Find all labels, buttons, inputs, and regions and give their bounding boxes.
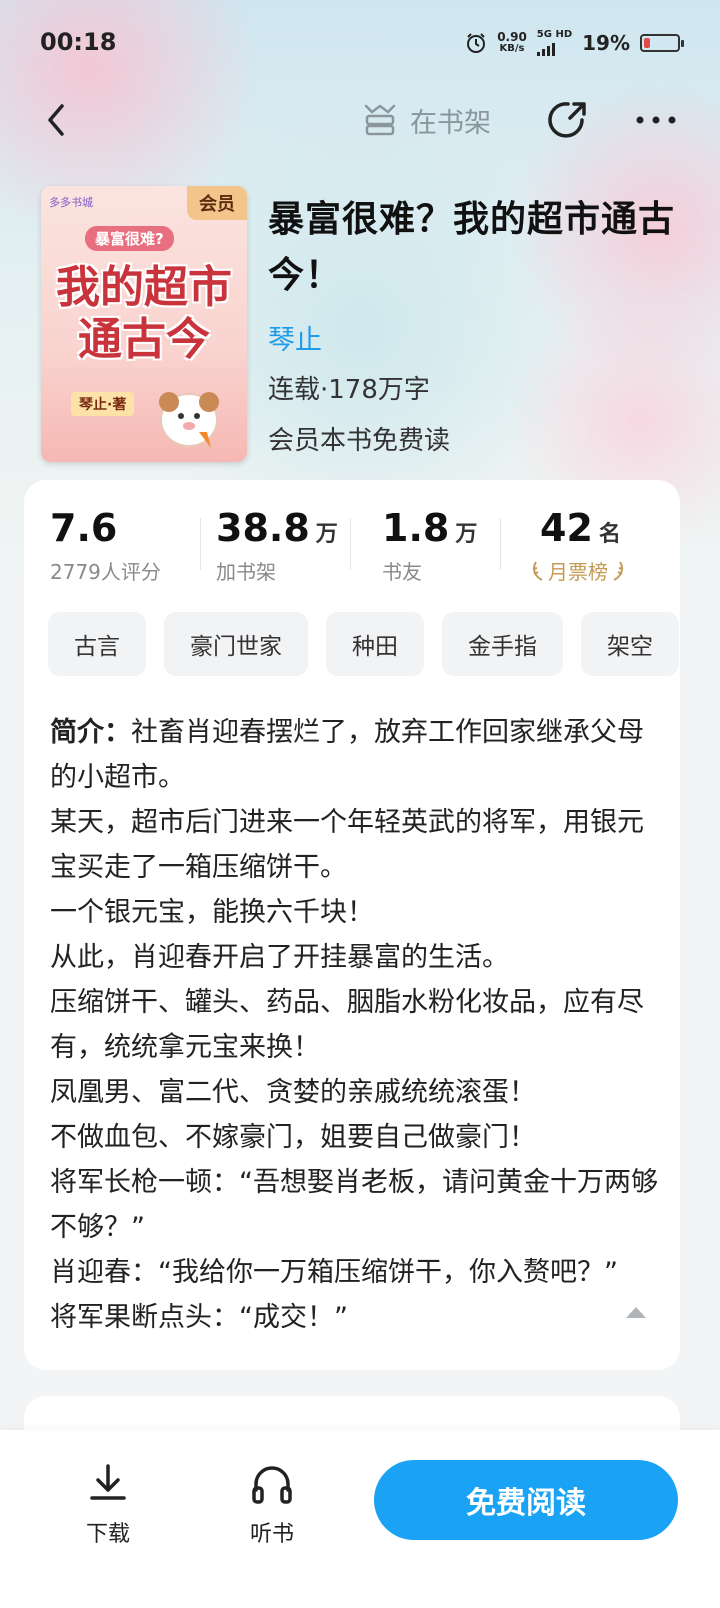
cover-title: 我的超市通古今: [56, 262, 232, 365]
cover-author: 琴止·著: [71, 392, 135, 416]
download-label: 下载: [85, 1522, 130, 1547]
intro-line: 压缩饼干、罐头、药品、胭脂水粉化妆品，应有尽有，统统拿元宝来换！: [50, 987, 644, 1063]
tag-list: 古言 豪门世家 种田 金手指 架空: [48, 612, 680, 678]
tag-chip[interactable]: 古言: [48, 612, 146, 676]
rank-value: 42: [540, 506, 593, 550]
stat-divider: [500, 518, 501, 570]
rank-label-wrap: 月票榜: [530, 556, 680, 585]
shelf-value: 38.8: [216, 506, 310, 550]
rating-label: 2779人评分: [50, 560, 161, 584]
intro-line: 将军果断点头：“成交！”: [50, 1302, 348, 1333]
laurel-right-icon: [613, 560, 624, 581]
stat-shelf[interactable]: 38.8 万 加书架: [200, 504, 350, 590]
alarm-icon: [467, 33, 486, 53]
status-time: 00:18: [40, 28, 117, 56]
intro-line: 将军长枪一顿：“吾想娶肖老板，请问黄金十万两够不够？”: [50, 1167, 658, 1243]
listen-button[interactable]: 听书: [228, 1460, 316, 1580]
fans-label: 书友: [382, 560, 422, 584]
book-cover[interactable]: 多多书城 会员 暴富很难? 我的超市通古今 琴止·著: [41, 186, 247, 462]
intro-text: 简介：社畜肖迎春摆烂了，放弃工作回家继承父母的小超市。 某天，超市后门进来一个年…: [50, 710, 660, 1340]
status-icons: 0.90 KB/s 5G HD 19%: [465, 28, 684, 58]
status-bar: 00:18 0.90 KB/s 5G HD 19%: [0, 0, 720, 88]
intro-line: 某天，超市后门进来一个年轻英武的将军，用银元宝买走了一箱压缩饼干。: [50, 807, 644, 883]
stat-fans[interactable]: 1.8 万 书友: [350, 504, 500, 590]
shelf-label: 加书架: [216, 560, 276, 584]
intro-line: 社畜肖迎春摆烂了，放弃工作回家继承父母的小超市。: [50, 717, 644, 793]
bookshelf-label: 在书架: [410, 107, 491, 139]
net-speed: 0.90 KB/s: [497, 31, 527, 55]
stats-row: 7.6 2779人评分 38.8 万 加书架 1.8 万 书友 42 名 月票榜: [24, 504, 680, 590]
stat-divider: [350, 518, 351, 570]
download-button[interactable]: 下载: [64, 1460, 152, 1580]
fans-value: 1.8: [382, 506, 450, 550]
top-nav: 在书架: [0, 92, 720, 152]
rank-label: 月票榜: [548, 560, 608, 584]
signal-icon: [536, 42, 555, 56]
free-note: 会员本书免费读: [268, 426, 451, 456]
more-button[interactable]: [632, 96, 680, 144]
rating-value: 7.6: [50, 506, 118, 550]
intro-lead: 简介：: [50, 717, 131, 748]
network-type: 5G HD: [536, 29, 573, 40]
stat-divider: [200, 518, 201, 570]
intro-line: 不做血包、不嫁豪门，姐要自己做豪门！: [50, 1122, 536, 1153]
net-speed-unit: KB/s: [499, 43, 525, 54]
chevron-left-icon: [48, 104, 64, 136]
book-title: 暴富很难？我的超市通古今！: [268, 199, 676, 296]
bookshelf-icon: [364, 104, 396, 136]
intro-line: 肖迎春：“我给你一万箱压缩饼干，你入赘吧？”: [50, 1257, 618, 1288]
more-icon: [636, 116, 676, 124]
headphones-icon: [252, 1466, 292, 1504]
net-speed-value: 0.90: [497, 30, 527, 44]
intro-line: 从此，肖迎春开启了开挂暴富的生活。: [50, 942, 509, 973]
free-read-button[interactable]: 免费阅读: [374, 1460, 678, 1540]
intro-lines: 某天，超市后门进来一个年轻英武的将军，用银元宝买走了一箱压缩饼干。一个银元宝，能…: [50, 800, 660, 1340]
share-icon: [548, 102, 586, 138]
listen-label: 听书: [249, 1522, 294, 1547]
author-link[interactable]: 琴止: [268, 318, 688, 357]
laurel-left-icon: [532, 560, 543, 581]
bottom-action-bar: 下载 听书 免费阅读: [0, 1430, 720, 1608]
download-icon: [90, 1464, 126, 1500]
fans-unit: 万: [455, 522, 478, 547]
share-button[interactable]: [544, 96, 592, 144]
bookshelf-button[interactable]: 在书架: [360, 96, 491, 144]
tag-chip[interactable]: 种田: [326, 612, 424, 676]
stat-rating[interactable]: 7.6 2779人评分: [24, 504, 200, 590]
book-info: 暴富很难？我的超市通古今！ 琴止 连载·178万字 会员本书免费读: [268, 192, 688, 457]
back-button[interactable]: [36, 98, 80, 142]
rank-unit: 名: [598, 522, 621, 547]
detail-card: 7.6 2779人评分 38.8 万 加书架 1.8 万 书友 42 名 月票榜 古言…: [24, 480, 680, 1370]
tag-chip[interactable]: 金手指: [442, 612, 563, 676]
cover-subtitle: 暴富很难?: [85, 226, 174, 251]
vip-badge: 会员: [187, 186, 247, 220]
battery-percent: 19%: [582, 31, 630, 55]
sheep-illustration: [159, 392, 219, 448]
intro-line: 凤凰男、富二代、贪婪的亲戚统统滚蛋！: [50, 1077, 536, 1108]
cover-logo: 多多书城: [49, 196, 93, 209]
collapse-icon[interactable]: [624, 1304, 648, 1320]
shelf-unit: 万: [315, 522, 338, 547]
battery-level: [644, 38, 650, 48]
book-meta: 连载·178万字: [268, 375, 430, 405]
tag-chip[interactable]: 豪门世家: [164, 612, 308, 676]
stat-rank[interactable]: 42 名 月票榜: [500, 504, 680, 590]
network-indicator: 5G HD: [536, 29, 573, 56]
tag-chip[interactable]: 架空: [581, 612, 679, 676]
battery-icon: [640, 34, 684, 52]
intro-first-line: 简介：社畜肖迎春摆烂了，放弃工作回家继承父母的小超市。: [50, 710, 660, 800]
intro-line: 一个银元宝，能换六千块！: [50, 897, 374, 928]
